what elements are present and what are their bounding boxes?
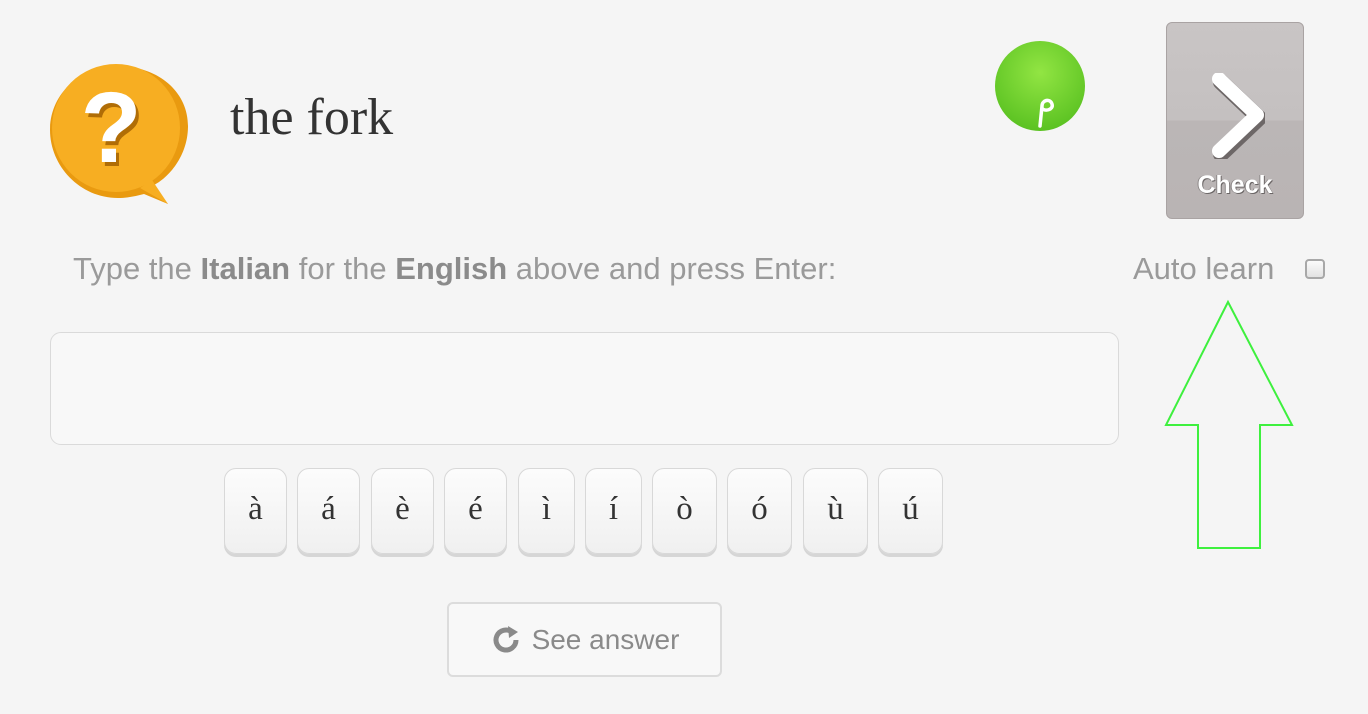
see-answer-label: See answer <box>531 623 680 655</box>
instruction-part: for the <box>290 251 396 286</box>
target-language: Italian <box>200 251 291 286</box>
instruction-part: above and press Enter: <box>507 251 837 286</box>
auto-learn-label: Auto learn <box>1133 251 1275 286</box>
up-arrow-annotation <box>1164 299 1294 549</box>
instruction-part: Type the <box>73 251 201 286</box>
seed-sprout-icon <box>995 41 1085 131</box>
svg-text:?: ? <box>80 72 141 184</box>
accent-key[interactable]: ù <box>803 468 868 554</box>
prompt-word: the fork <box>230 89 394 146</box>
accent-key[interactable]: ì <box>518 468 575 554</box>
accent-key[interactable]: ú <box>878 468 943 554</box>
chevron-right-icon <box>1212 73 1265 159</box>
accent-key[interactable]: ó <box>727 468 792 554</box>
source-language: English <box>395 251 508 286</box>
accent-key[interactable]: è <box>371 468 434 554</box>
check-button[interactable]: Check <box>1166 22 1304 219</box>
check-label: Check <box>1197 171 1273 199</box>
see-answer-button[interactable]: See answer <box>447 602 722 677</box>
refresh-icon <box>493 625 519 652</box>
accent-key[interactable]: í <box>585 468 642 554</box>
accent-key[interactable]: ò <box>652 468 717 554</box>
auto-learn-checkbox[interactable] <box>1305 259 1325 279</box>
accent-key[interactable]: é <box>444 468 507 554</box>
accent-key[interactable]: á <box>297 468 360 554</box>
question-speech-bubble-icon: ? ? <box>50 64 188 204</box>
instruction-text: Type the Italian for the English above a… <box>73 251 836 287</box>
accent-key[interactable]: à <box>224 468 287 554</box>
answer-input[interactable] <box>50 332 1119 445</box>
